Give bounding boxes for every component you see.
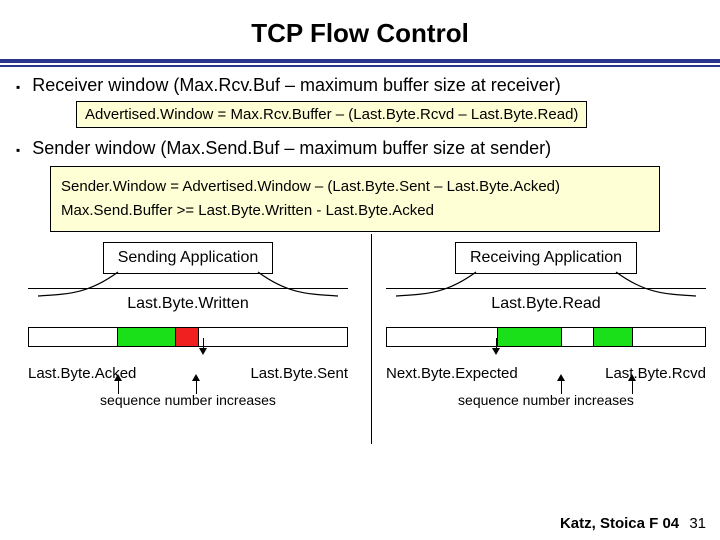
seq-note-right: sequence number increases xyxy=(386,392,706,408)
hr-right xyxy=(386,288,706,289)
arrow-next-expected-head xyxy=(557,374,565,381)
page-number: 31 xyxy=(689,515,706,532)
seg-read xyxy=(387,328,497,346)
formula-sender-block: Sender.Window = Advertised.Window – (Las… xyxy=(50,166,660,232)
below-labels-right: Next.Byte.Expected Last.Byte.Rcvd xyxy=(386,365,706,382)
bullet-sender: ▪ Sender window (Max.Send.Buf – maximum … xyxy=(16,138,704,160)
arrow-rcvd xyxy=(632,380,633,394)
seg-acked xyxy=(117,328,175,346)
content-area: ▪ Receiver window (Max.Rcv.Buf – maximum… xyxy=(0,75,720,502)
last-byte-sent-label: Last.Byte.Sent xyxy=(250,365,348,382)
last-byte-written-label: Last.Byte.Written xyxy=(28,295,348,313)
arrow-written-head xyxy=(199,348,207,355)
arrow-acked xyxy=(118,380,119,394)
formula-sender-window: Sender.Window = Advertised.Window – (Las… xyxy=(61,175,649,199)
arrow-rcvd-head xyxy=(628,374,636,381)
receiving-app-box: Receiving Application xyxy=(455,242,637,274)
formula-max-send: Max.Send.Buffer >= Last.Byte.Written - L… xyxy=(61,199,649,223)
arrow-next-expected xyxy=(561,380,562,394)
next-byte-expected-label: Next.Byte.Expected xyxy=(386,365,518,382)
seq-note-left: sequence number increases xyxy=(28,392,348,408)
arrow-sent xyxy=(196,380,197,394)
bullet-sender-text: Sender window (Max.Send.Buf – maximum bu… xyxy=(32,138,551,159)
hr-left xyxy=(28,288,348,289)
diagram-left: Sending Application Last.Byte.Written xyxy=(28,242,348,408)
last-byte-read-label: Last.Byte.Read xyxy=(386,295,706,313)
seg-buffered xyxy=(497,328,561,346)
send-buffer xyxy=(28,327,348,347)
seg-free xyxy=(632,328,705,346)
bullet-receiver-text: Receiver window (Max.Rcv.Buf – maximum b… xyxy=(32,75,561,96)
below-labels-left: Last.Byte.Acked Last.Byte.Sent xyxy=(28,365,348,382)
arrow-sent-head xyxy=(192,374,200,381)
footer: Katz, Stoica F 04 31 xyxy=(560,515,706,532)
diagram: Sending Application Last.Byte.Written xyxy=(16,242,704,502)
seg-sent-unacked xyxy=(175,328,198,346)
seg-unused xyxy=(198,328,347,346)
diagram-divider xyxy=(371,234,372,444)
slide-title: TCP Flow Control xyxy=(0,0,720,59)
seg-empty xyxy=(29,328,117,346)
bullet-receiver: ▪ Receiver window (Max.Rcv.Buf – maximum… xyxy=(16,75,704,97)
arrow-read-head xyxy=(492,348,500,355)
seg-gap xyxy=(561,328,593,346)
formula-advertised: Advertised.Window = Max.Rcv.Buffer – (La… xyxy=(76,101,587,128)
last-byte-rcvd-label: Last.Byte.Rcvd xyxy=(605,365,706,382)
recv-buffer xyxy=(386,327,706,347)
title-rule xyxy=(0,59,720,67)
footer-credit: Katz, Stoica F 04 xyxy=(560,515,679,532)
seg-ooo xyxy=(593,328,632,346)
arrow-acked-head xyxy=(114,374,122,381)
bullet-marker: ▪ xyxy=(16,77,20,97)
sending-app-box: Sending Application xyxy=(103,242,274,274)
bullet-marker: ▪ xyxy=(16,140,20,160)
diagram-right: Receiving Application Last.Byte.Read xyxy=(386,242,706,408)
